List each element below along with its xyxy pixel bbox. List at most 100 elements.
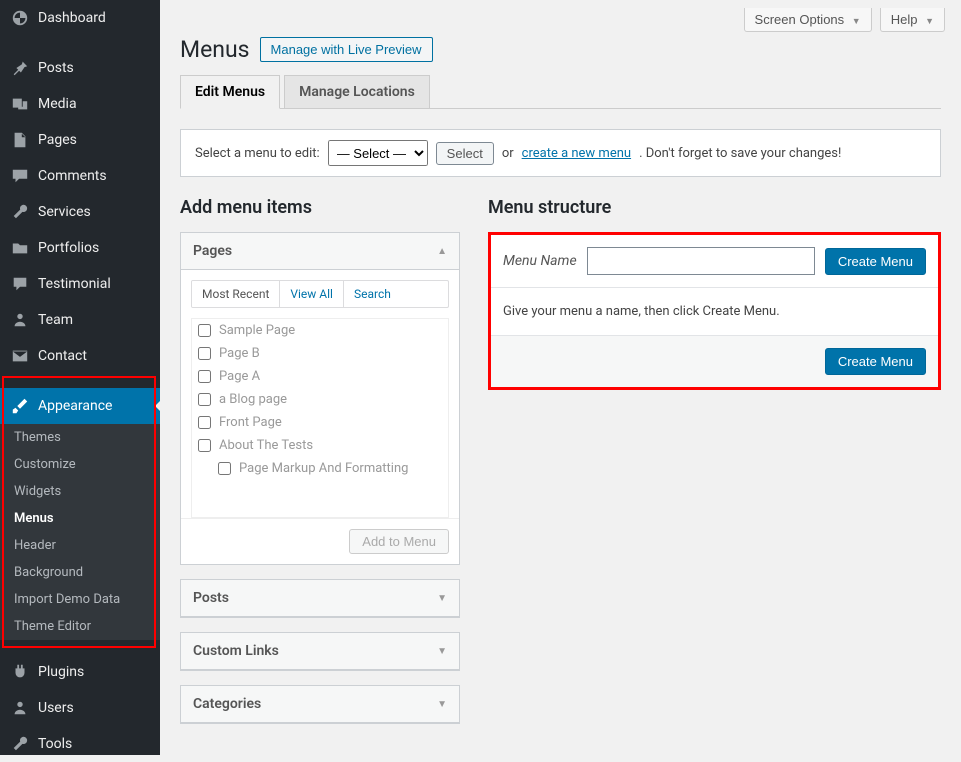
help-button[interactable]: Help ▼ [880, 8, 945, 32]
sidebar-item-contact[interactable]: Contact [0, 338, 160, 374]
sidebar-label: Portfolios [38, 240, 99, 256]
nav-tabs: Edit Menus Manage Locations [180, 75, 941, 109]
appearance-submenu: Themes Customize Widgets Menus Header Ba… [0, 424, 160, 640]
chevron-down-icon: ▼ [437, 646, 447, 657]
sidebar-label: Services [38, 204, 91, 220]
create-menu-button-bottom[interactable]: Create Menu [825, 348, 926, 375]
sidebar-item-plugins[interactable]: Plugins [0, 654, 160, 690]
menu-structure-column: Menu structure Menu Name Create Menu Giv… [488, 197, 941, 390]
sidebar-item-appearance[interactable]: Appearance [0, 388, 160, 424]
sidebar-item-services[interactable]: Services [0, 194, 160, 230]
screen-options-button[interactable]: Screen Options ▼ [744, 8, 872, 32]
page-checkbox[interactable] [218, 462, 231, 475]
page-item[interactable]: a Blog page [192, 388, 448, 411]
sidebar-label: Tools [38, 736, 72, 752]
pages-list[interactable]: Sample Page Page B Page A a Blog page Fr… [191, 318, 449, 518]
page-label: Page B [219, 346, 260, 361]
submenu-header[interactable]: Header [0, 532, 160, 559]
menu-selector-box: Select a menu to edit: — Select — Select… [180, 129, 941, 177]
sidebar-item-testimonial[interactable]: Testimonial [0, 266, 160, 302]
sidebar-item-posts[interactable]: Posts [0, 50, 160, 86]
submenu-menus[interactable]: Menus [0, 505, 160, 532]
select-menu-label: Select a menu to edit: [195, 146, 320, 161]
page-item[interactable]: Page Markup And Formatting [192, 457, 448, 480]
page-item[interactable]: Front Page [192, 411, 448, 434]
menu-structure-body: Give your menu a name, then click Create… [491, 288, 938, 336]
page-label: Page A [219, 369, 260, 384]
sidebar-label: Dashboard [38, 10, 106, 26]
pin-icon [10, 58, 30, 78]
create-menu-button-top[interactable]: Create Menu [825, 248, 926, 275]
admin-sidebar: Dashboard Posts Media Pages Comments Ser… [0, 0, 160, 755]
top-toolbar: Screen Options ▼ Help ▼ [160, 0, 961, 32]
page-item[interactable]: About The Tests [192, 434, 448, 457]
submenu-theme-editor[interactable]: Theme Editor [0, 613, 160, 640]
menu-structure-title: Menu structure [488, 197, 941, 218]
sidebar-item-dashboard[interactable]: Dashboard [0, 0, 160, 36]
menu-name-input[interactable] [587, 247, 815, 275]
posts-metabox-header[interactable]: Posts ▼ [181, 580, 459, 617]
screen-options-label: Screen Options [755, 12, 845, 27]
categories-label: Categories [193, 696, 261, 712]
tab-view-all[interactable]: View All [280, 281, 344, 307]
custom-links-label: Custom Links [193, 643, 279, 659]
submenu-widgets[interactable]: Widgets [0, 478, 160, 505]
submenu-background[interactable]: Background [0, 559, 160, 586]
sidebar-item-users[interactable]: Users [0, 690, 160, 726]
sidebar-item-media[interactable]: Media [0, 86, 160, 122]
testimonial-icon [10, 274, 30, 294]
custom-links-metabox: Custom Links ▼ [180, 632, 460, 671]
page-checkbox[interactable] [198, 324, 211, 337]
tools-icon [10, 734, 30, 754]
page-title: Menus [180, 36, 250, 63]
sidebar-item-tools[interactable]: Tools [0, 726, 160, 762]
submenu-customize[interactable]: Customize [0, 451, 160, 478]
submenu-themes[interactable]: Themes [0, 424, 160, 451]
sidebar-label: Plugins [38, 664, 84, 680]
sidebar-item-team[interactable]: Team [0, 302, 160, 338]
live-preview-button[interactable]: Manage with Live Preview [260, 37, 433, 62]
submenu-import[interactable]: Import Demo Data [0, 586, 160, 613]
page-item[interactable]: Page B [192, 342, 448, 365]
custom-links-metabox-header[interactable]: Custom Links ▼ [181, 633, 459, 670]
add-to-menu-button[interactable]: Add to Menu [349, 529, 449, 554]
menu-structure-box: Menu Name Create Menu Give your menu a n… [488, 232, 941, 390]
chevron-down-icon: ▼ [852, 16, 861, 26]
page-label: Front Page [219, 415, 282, 430]
pages-metabox-header[interactable]: Pages ▲ [181, 233, 459, 270]
or-text: or [502, 146, 514, 161]
menu-select-dropdown[interactable]: — Select — [328, 140, 428, 166]
categories-metabox-header[interactable]: Categories ▼ [181, 686, 459, 723]
posts-label: Posts [193, 590, 229, 606]
page-item[interactable]: Sample Page [192, 319, 448, 342]
pages-inner-tabs: Most Recent View All Search [191, 280, 449, 308]
menu-structure-header: Menu Name Create Menu [491, 235, 938, 288]
menu-name-label: Menu Name [503, 253, 577, 269]
sidebar-label: Team [38, 312, 73, 328]
sidebar-label: Comments [38, 168, 107, 184]
categories-metabox: Categories ▼ [180, 685, 460, 724]
chevron-up-icon: ▲ [437, 246, 447, 257]
sidebar-label: Appearance [38, 398, 112, 414]
mail-icon [10, 346, 30, 366]
sidebar-item-portfolios[interactable]: Portfolios [0, 230, 160, 266]
sidebar-item-pages[interactable]: Pages [0, 122, 160, 158]
tab-manage-locations[interactable]: Manage Locations [284, 75, 430, 109]
page-checkbox[interactable] [198, 416, 211, 429]
tab-search[interactable]: Search [344, 281, 401, 307]
help-label: Help [891, 12, 918, 27]
comment-icon [10, 166, 30, 186]
sidebar-item-comments[interactable]: Comments [0, 158, 160, 194]
page-checkbox[interactable] [198, 393, 211, 406]
main-content: Screen Options ▼ Help ▼ Menus Manage wit… [160, 0, 961, 755]
tab-most-recent[interactable]: Most Recent [192, 281, 280, 307]
tab-edit-menus[interactable]: Edit Menus [180, 75, 280, 109]
pages-metabox: Pages ▲ Most Recent View All Search Samp… [180, 232, 460, 565]
create-new-menu-link[interactable]: create a new menu [522, 146, 631, 161]
page-label: Page Markup And Formatting [239, 461, 408, 476]
select-button[interactable]: Select [436, 142, 494, 165]
page-item[interactable]: Page A [192, 365, 448, 388]
page-checkbox[interactable] [198, 439, 211, 452]
page-checkbox[interactable] [198, 347, 211, 360]
page-checkbox[interactable] [198, 370, 211, 383]
